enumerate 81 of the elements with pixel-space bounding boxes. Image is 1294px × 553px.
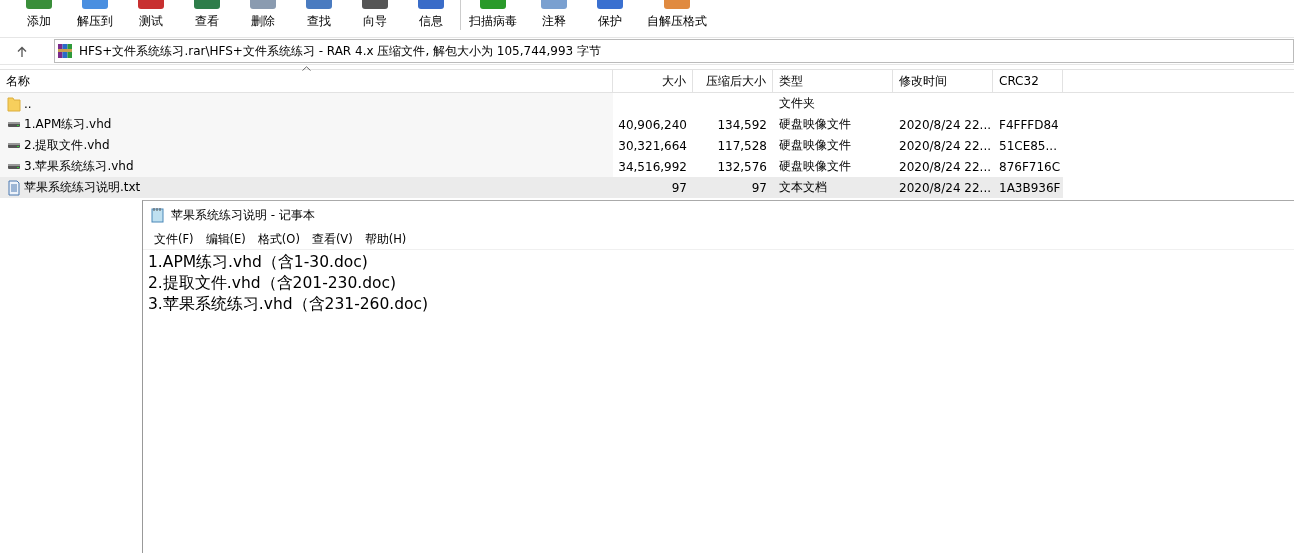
toolbar-button[interactable]: 查找 (296, 0, 342, 30)
column-header[interactable]: 压缩后大小 (693, 70, 773, 92)
menu-item[interactable]: 查看(V) (306, 231, 358, 247)
table-cell: 2020/8/24 22... (899, 138, 992, 153)
toolbar-icon (194, 0, 220, 9)
table-cell: 132,576 (717, 159, 767, 174)
table-cell: 2020/8/24 22... (899, 117, 992, 132)
file-row[interactable]: 2.提取文件.vhd 30,321,664 117,528 硬盘映像文件 2020/8/24 22... 51CE85... (0, 135, 1294, 156)
menu-item[interactable]: 帮助(H) (359, 231, 412, 247)
table-cell: 文本文档 (779, 179, 827, 196)
menu-item[interactable]: 文件(F) (149, 231, 199, 247)
hard-drive-icon (7, 143, 21, 148)
table-cell: 2020/8/24 22... (899, 159, 992, 174)
sort-caret-icon (302, 66, 311, 71)
window-title: 苹果系统练习说明 - 记事本 (171, 206, 315, 224)
column-header[interactable]: CRC32 (993, 70, 1063, 92)
table-cell: 硬盘映像文件 (779, 137, 851, 154)
table-cell: F4FFFD84 (999, 117, 1059, 132)
table-cell: 1A3B936F (999, 180, 1061, 195)
table-cell: 117,528 (717, 138, 767, 153)
table-cell: 97 (751, 180, 767, 195)
file-row[interactable]: 苹果系统练习说明.txt 97 97 文本文档 2020/8/24 22... 1A3B936F (0, 177, 1294, 198)
text-line: 2.提取文件.vhd（含201-230.doc) (148, 273, 398, 294)
toolbar-button[interactable]: 扫描病毒 (465, 0, 521, 30)
toolbar-icon (82, 0, 108, 9)
toolbar-icon (664, 0, 690, 9)
toolbar-button[interactable]: 信息 (408, 0, 454, 30)
text-line: 1.APM练习.vhd（含1-30.doc) (148, 252, 369, 273)
table-cell: 97 (671, 180, 687, 195)
toolbar-button[interactable]: 注释 (531, 0, 577, 30)
table-cell: 34,516,992 (618, 159, 687, 174)
folder-icon (7, 95, 21, 112)
table-cell: 134,592 (717, 117, 767, 132)
toolbar-icon (480, 0, 506, 9)
table-cell: 2020/8/24 22... (899, 180, 992, 195)
text-document-icon (7, 179, 21, 196)
archive-icon (57, 43, 73, 59)
toolbar-button[interactable]: 保护 (587, 0, 633, 30)
table-cell: 硬盘映像文件 (779, 158, 851, 175)
table-cell: 876F716C (999, 159, 1061, 174)
table-cell: 2.提取文件.vhd (24, 137, 110, 154)
file-row[interactable]: .. 文件夹 (0, 93, 1294, 114)
toolbar-icon (26, 0, 52, 9)
column-header[interactable]: 名称 (0, 70, 613, 92)
address-field[interactable]: HFS+文件系统练习.rar\HFS+文件系统练习 - RAR 4.x 压缩文件, 解包大小为 105,744,993 字节 (54, 39, 1294, 63)
toolbar-button[interactable]: 查看 (184, 0, 230, 30)
file-row[interactable]: 1.APM练习.vhd 40,906,240 134,592 硬盘映像文件 2020/8/24 22... F4FFFD84 (0, 114, 1294, 135)
toolbar-icon (597, 0, 623, 9)
toolbar-button[interactable]: 删除 (240, 0, 286, 30)
table-cell: 51CE85... (999, 138, 1057, 153)
up-arrow-icon[interactable] (17, 45, 27, 57)
toolbar-icon (250, 0, 276, 9)
table-cell: 40,906,240 (618, 117, 687, 132)
column-header[interactable]: 大小 (613, 70, 693, 92)
toolbar-button[interactable]: 解压到 (72, 0, 118, 30)
column-header[interactable]: 修改时间 (893, 70, 993, 92)
table-cell: 30,321,664 (618, 138, 687, 153)
toolbar-icon (306, 0, 332, 9)
toolbar-icon (362, 0, 388, 9)
toolbar-icon (541, 0, 567, 9)
table-cell: 硬盘映像文件 (779, 116, 851, 133)
text-line: 3.苹果系统练习.vhd（含231-260.doc) (148, 294, 430, 315)
menu-item[interactable]: 编辑(E) (200, 231, 251, 247)
table-cell: .. (24, 96, 32, 111)
table-cell: 1.APM练习.vhd (24, 116, 112, 133)
table-cell: 苹果系统练习说明.txt (24, 179, 141, 196)
toolbar-icon (418, 0, 444, 9)
toolbar-icon (138, 0, 164, 9)
toolbar-button[interactable]: 自解压格式 (643, 0, 711, 30)
menu-item[interactable]: 格式(O) (252, 231, 305, 247)
hard-drive-icon (7, 122, 21, 127)
text-editor[interactable]: 1.APM练习.vhd（含1-30.doc) 2.提取文件.vhd（含201-230.doc) 3.苹果系统练习.vhd（含231-260.doc) (145, 250, 1294, 317)
notepad-icon (151, 207, 165, 223)
file-row[interactable]: 3.苹果系统练习.vhd 34,516,992 132,576 硬盘映像文件 2020/8/24 22... 876F716C (0, 156, 1294, 177)
hard-drive-icon (7, 164, 21, 169)
toolbar-button[interactable]: 添加 (16, 0, 62, 30)
toolbar-button[interactable]: 向导 (352, 0, 398, 30)
table-cell: 文件夹 (779, 95, 815, 112)
table-cell: 3.苹果系统练习.vhd (24, 158, 134, 175)
toolbar-button[interactable]: 测试 (128, 0, 174, 30)
column-header[interactable]: 类型 (773, 70, 893, 92)
